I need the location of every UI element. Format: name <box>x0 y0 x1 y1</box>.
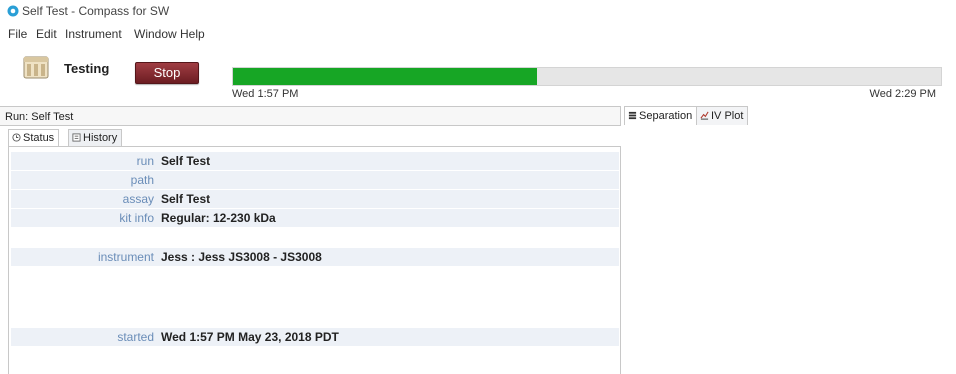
tab-status[interactable]: Status <box>8 129 60 147</box>
list-icon <box>628 111 637 120</box>
compass-app-icon <box>7 5 19 17</box>
field-kit-info-value: Regular: 12-230 kDa <box>161 211 276 225</box>
run-progress-fill <box>233 68 538 85</box>
menu-file[interactable]: File <box>8 27 27 41</box>
field-instrument-value: Jess : Jess JS3008 - JS3008 <box>161 250 322 264</box>
menu-window[interactable]: Window <box>134 27 177 41</box>
clock-icon <box>12 133 21 142</box>
field-started: started Wed 1:57 PM May 23, 2018 PDT <box>11 328 619 346</box>
field-instrument: instrument Jess : Jess JS3008 - JS3008 <box>11 248 619 266</box>
history-icon <box>72 133 81 142</box>
run-progress-bar <box>232 67 942 86</box>
tab-iv-plot[interactable]: IV Plot <box>696 106 749 125</box>
run-start-time: Wed 1:57 PM <box>232 88 299 100</box>
field-path-label: path <box>130 173 154 187</box>
tab-status-label: Status <box>23 132 55 144</box>
field-run-label: run <box>136 154 154 168</box>
plot-icon <box>700 111 709 120</box>
run-end-time: Wed 2:29 PM <box>869 88 936 100</box>
field-run-value: Self Test <box>161 154 211 168</box>
stop-button[interactable]: Stop <box>135 62 199 84</box>
field-started-value: Wed 1:57 PM May 23, 2018 PDT <box>161 330 339 344</box>
run-toolbar: Testing Stop Wed 1:57 PM Wed 2:29 PM <box>0 43 956 103</box>
window-title: Self Test - Compass for SW <box>22 4 170 18</box>
field-run: run Self Test <box>11 152 619 170</box>
plot-panel: Separation IV Plot <box>622 106 956 374</box>
menu-bar: File Edit Instrument Window Help <box>0 24 956 42</box>
field-started-label: started <box>117 330 154 344</box>
field-assay-label: assay <box>122 192 154 206</box>
field-instrument-label: instrument <box>97 250 154 264</box>
cartridge-icon <box>23 56 49 79</box>
menu-edit[interactable]: Edit <box>36 27 57 41</box>
run-panel: Run: Self Test Status History run Self T… <box>0 106 622 374</box>
title-bar: Self Test - Compass for SW <box>0 0 956 24</box>
run-status-label: Testing <box>64 61 110 76</box>
field-kit-info: kit info Regular: 12-230 kDa <box>11 209 619 227</box>
menu-help[interactable]: Help <box>180 27 205 41</box>
run-panel-header: Run: Self Test <box>0 106 621 126</box>
run-details: run Self Test path assay Self Test kit i… <box>8 146 621 374</box>
tab-iv-plot-label: IV Plot <box>711 110 744 122</box>
field-path: path <box>11 171 619 189</box>
field-kit-info-label: kit info <box>119 211 154 225</box>
field-assay-value: Self Test <box>161 192 211 206</box>
tab-separation[interactable]: Separation <box>624 106 698 125</box>
field-assay: assay Self Test <box>11 190 619 208</box>
tab-history[interactable]: History <box>68 129 123 147</box>
menu-instrument[interactable]: Instrument <box>65 27 122 41</box>
tab-history-label: History <box>83 132 118 144</box>
tab-separation-label: Separation <box>639 110 693 122</box>
